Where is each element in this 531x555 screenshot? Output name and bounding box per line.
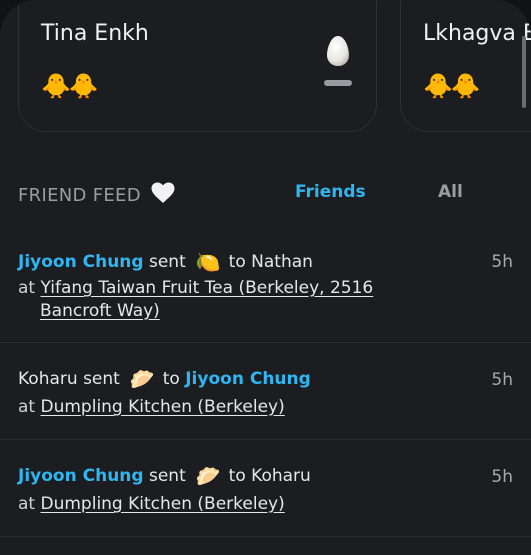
friend-cards-carousel[interactable]: Tina Enkh 🐥🐥 Lkhagva E 🐥🐥 [0,0,531,140]
place-link[interactable]: Dumpling Kitchen (Berkeley) [41,397,285,417]
dumpling-icon: 🥟 [195,464,221,488]
feed-item[interactable]: Jiyoon Chung sent 🥟 to Koharu 5h at Dumpli… [0,440,531,537]
verb-text: sent [148,466,186,486]
recipient-name: Koharu [251,466,311,486]
feed-item-time: 5h [491,467,513,487]
feed-item-message: Jiyoon Chung sent 🍋 to Nathan [18,250,313,274]
tab-all[interactable]: All [438,182,463,202]
feed-item[interactable]: Koharu sent 🥟 to Jiyoon Chung 5h at Dumpli… [0,343,531,440]
feed-item-time: 5h [491,370,513,390]
sender-link[interactable]: Jiyoon Chung [18,252,144,272]
feed-item-place: at Dumpling Kitchen (Berkeley) [18,397,285,417]
feed-item-message: Jiyoon Chung sent 🥟 to Koharu [18,464,311,488]
feed-title: FRIEND FEED [18,182,175,206]
verb-text: sent [148,252,186,272]
heart-icon [151,182,175,203]
place-link[interactable]: Dumpling Kitchen (Berkeley) [41,494,285,514]
friend-card[interactable]: Tina Enkh 🐥🐥 [18,0,377,132]
recipient-link[interactable]: Jiyoon Chung [185,369,311,389]
app-screen: Tina Enkh 🐥🐥 Lkhagva E 🐥🐥 FRIEND FEED Fr… [0,0,531,555]
place-link[interactable]: Yifang Taiwan Fruit Tea (Berkeley, 2516 [41,278,374,298]
at-text: at [18,494,36,514]
lemon-icon: 🍋 [195,250,221,274]
tab-friends[interactable]: Friends [295,182,366,202]
sender-link[interactable]: Jiyoon Chung [18,466,144,486]
to-text: to [228,252,246,272]
feed-item-place: at Dumpling Kitchen (Berkeley) [18,494,285,514]
at-text: at [18,278,36,298]
feed-item-time: 5h [491,252,513,272]
to-text: to [162,369,180,389]
place-link-continued[interactable]: Bancroft Way) [40,301,160,321]
feed-title-text: FRIEND FEED [18,185,141,206]
friend-name: Lkhagva E [423,21,531,46]
at-text: at [18,397,36,417]
carousel-scrollbar[interactable] [522,36,526,108]
verb-text: sent [83,369,120,389]
chick-icons: 🐥🐥 [423,72,481,100]
friend-feed-header: FRIEND FEED Friends All [0,172,531,216]
dumpling-icon: 🥟 [129,367,155,391]
to-text: to [228,466,246,486]
feed-item[interactable]: Jiyoon Chung sent 🍋 to Nathan 5h at Yifang… [0,236,531,343]
feed-item-message: Koharu sent 🥟 to Jiyoon Chung [18,367,311,391]
friend-card[interactable]: Lkhagva E 🐥🐥 [400,0,531,132]
chick-icons: 🐥🐥 [41,72,99,100]
recipient-name: Nathan [251,252,313,272]
friend-name: Tina Enkh [41,21,149,46]
egg-icon [327,36,349,66]
sender-name: Koharu [18,369,78,389]
egg-progress-indicator [324,80,352,86]
feed-item-place: at Yifang Taiwan Fruit Tea (Berkeley, 25… [18,277,373,323]
